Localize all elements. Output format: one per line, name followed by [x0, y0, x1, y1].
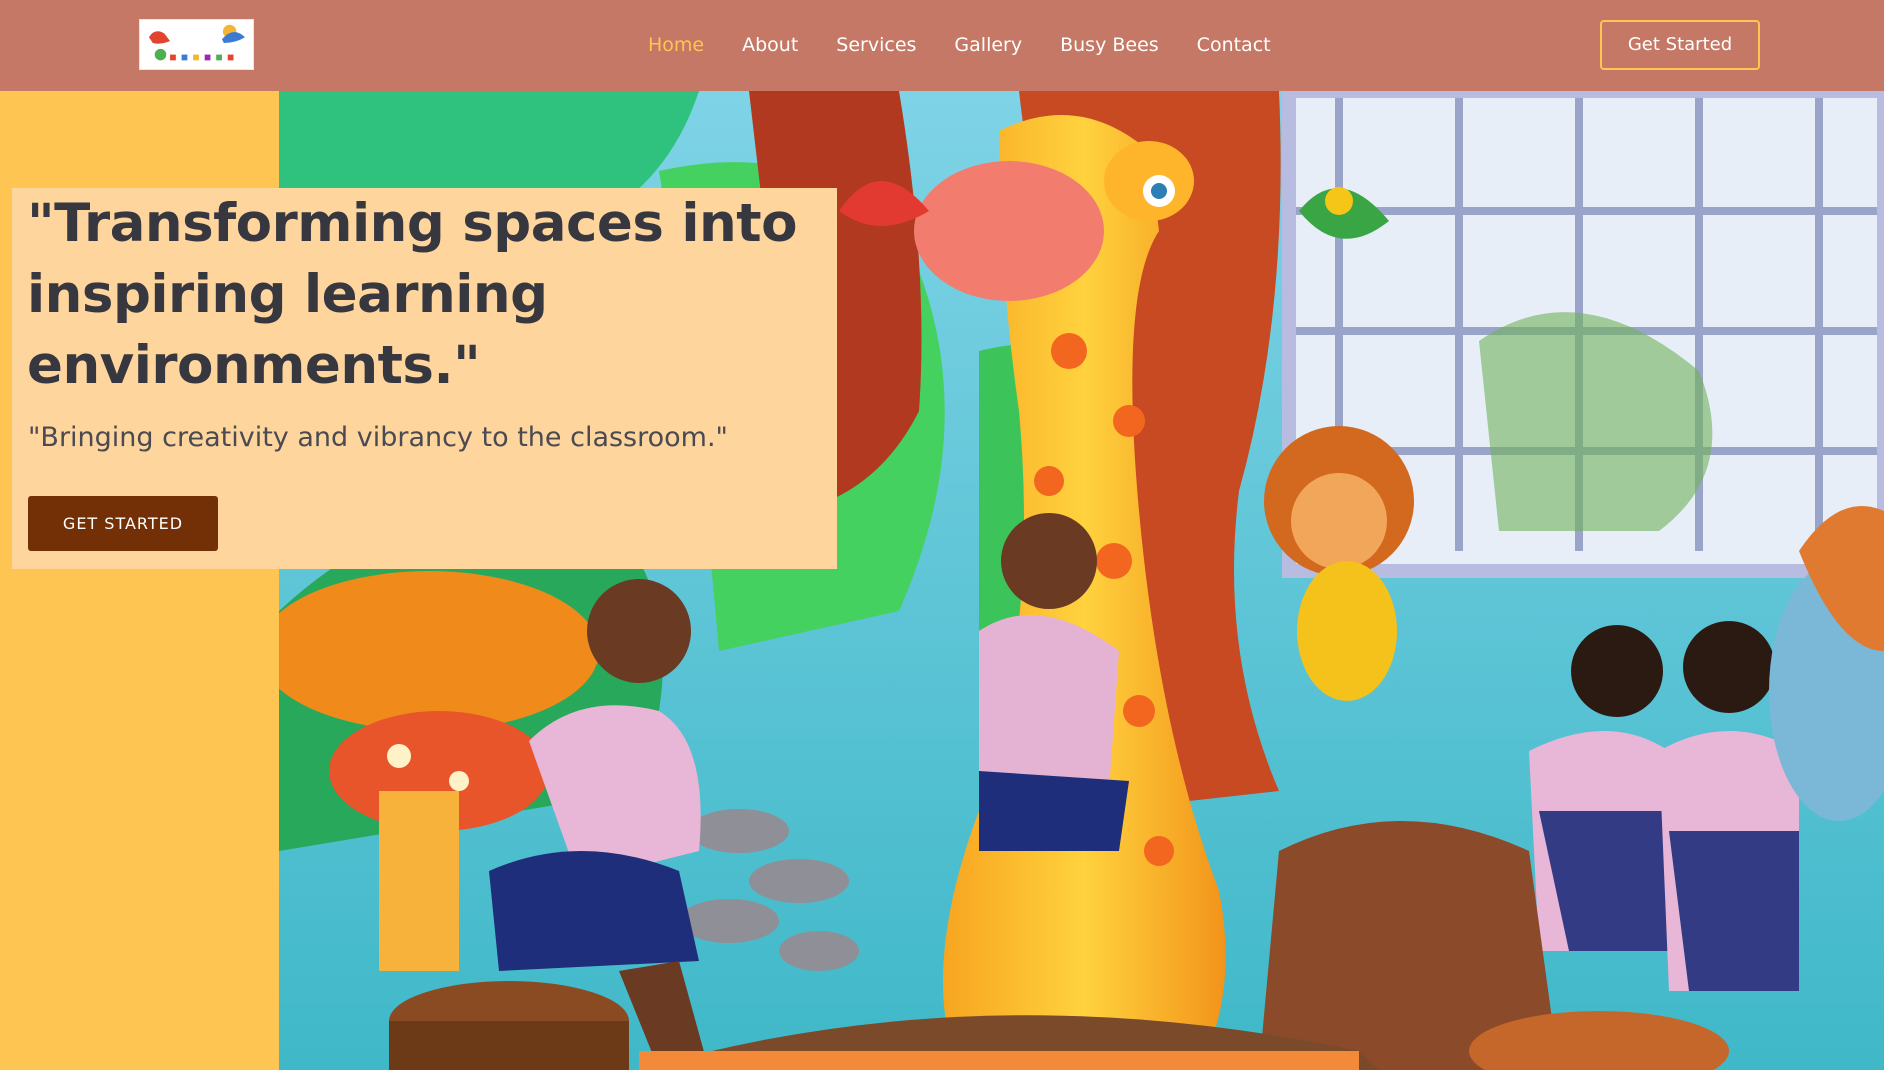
nav-contact[interactable]: Contact	[1197, 30, 1271, 60]
hero-subtitle: "Bringing creativity and vibrancy to the…	[28, 422, 728, 453]
site-header: Home About Services Gallery Busy Bees Co…	[0, 0, 1884, 91]
logo[interactable]	[139, 19, 254, 70]
nav-gallery[interactable]: Gallery	[954, 30, 1022, 60]
logo-image	[141, 20, 252, 69]
nav-busy-bees[interactable]: Busy Bees	[1060, 30, 1159, 60]
get-started-button[interactable]: Get Started	[1600, 20, 1760, 70]
nav-about[interactable]: About	[742, 30, 798, 60]
hero-get-started-button[interactable]: GET STARTED	[28, 496, 218, 551]
hero-title: "Transforming spaces into inspiring lear…	[27, 193, 798, 396]
nav-home[interactable]: Home	[648, 30, 704, 60]
hero-text-panel: "Transforming spaces into inspiring lear…	[12, 188, 837, 569]
nav-services[interactable]: Services	[836, 30, 916, 60]
main-nav: Home About Services Gallery Busy Bees Co…	[648, 30, 1309, 60]
